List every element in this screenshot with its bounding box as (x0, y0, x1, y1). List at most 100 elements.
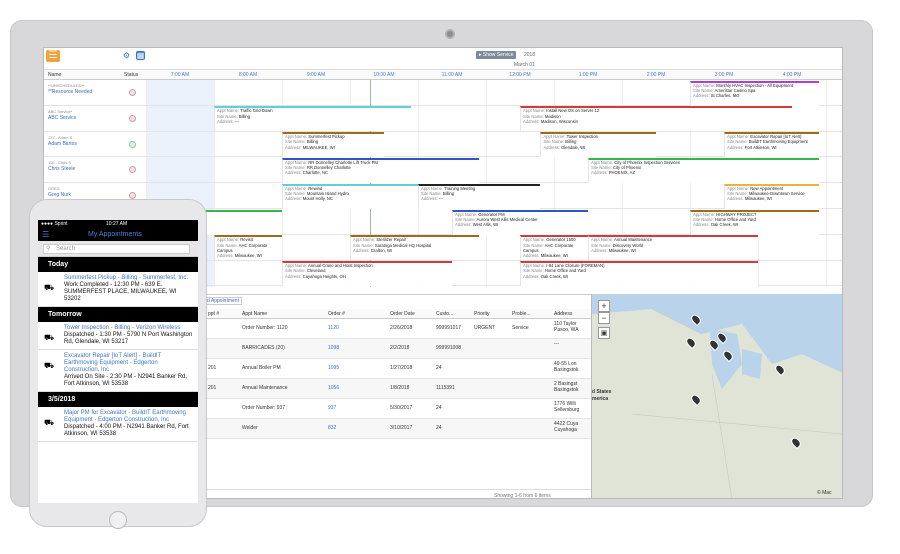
appointment-block[interactable]: Appt Name: I-94 Lane Closure (FOREMAN) Si… (520, 261, 758, 287)
resource-label: ABC Service (48, 114, 77, 121)
appointment-field-value: --- (438, 196, 443, 202)
grid-footer: Showing 1-6 from 6 items (204, 489, 591, 498)
table-cell[interactable]: 937 (328, 405, 386, 411)
appointment-field-label: Address: (421, 196, 439, 202)
table-row[interactable]: Order Number: 937 937 5/30/2017 24 1776 Will… (204, 399, 591, 419)
list-item[interactable]: ⛟ Tower Inspection - Billing - Verizon Wi… (38, 322, 198, 350)
appointment-block[interactable]: Appt Name: Install New OS on Server 12 Si… (520, 106, 792, 132)
grid-column-header[interactable]: Proble... (512, 311, 531, 317)
appointment-block[interactable]: Appt Name: City of Phoenix Inspection Se… (588, 157, 820, 183)
appointment-line: Address: Charlotte, NC (285, 170, 479, 175)
appointment-block[interactable]: Appt Name: Excavator Repair [IoT Alert] S… (724, 132, 820, 158)
table-cell[interactable]: 1098 (328, 345, 386, 351)
table-cell[interactable]: 1095 (328, 365, 386, 371)
table-row[interactable]: Order Number: 1120 1120 2/26/2018 999991017… (204, 319, 591, 339)
table-row[interactable]: Welder 832 3/10/2017 24 4422 Cuya Cuyahoga (204, 419, 591, 439)
appointment-block[interactable]: Appt Name: Summerfest Pickup Site Name: B… (282, 132, 384, 158)
grid-column-header[interactable]: Custo... (436, 311, 453, 317)
table-cell: 999991017 (436, 325, 462, 331)
hamburger-menu-icon[interactable]: ☰ (42, 230, 49, 239)
appointment-field-value: Grafton, WI (370, 247, 393, 253)
time-label: 8:00 AM (238, 72, 258, 78)
appointment-field-value: Mount Holly, NC (302, 196, 333, 202)
appointment-block[interactable]: Appt Name: RR Donnelley Charlotte Lift T… (282, 157, 480, 183)
table-row[interactable]: 201 Annual Maintenance 1056 1/8/2018 1115391… (204, 379, 591, 399)
section-header: 3/5/2018 (38, 392, 198, 407)
grid-column-header[interactable]: Address (554, 311, 572, 317)
table-cell: 1776 Willi Sellersburg (554, 401, 580, 413)
grid-column-header[interactable]: Order # (328, 311, 345, 317)
table-row[interactable]: BARRICADES (20) 1098 2/2/2018 999991008 --- (204, 339, 591, 359)
appointment-block[interactable]: Appt Name: Tower Inspection Site Name: Bi… (540, 132, 656, 158)
appointment-line: Address: Madison, Wisconsin (523, 119, 792, 124)
table-row[interactable]: 201 Annual Boiler PM 1095 1/27/2018 24 49-55 … (204, 359, 591, 379)
appointment-line: Address: Glendale, WI (543, 145, 656, 150)
table-cell: 5/30/2017 (390, 405, 413, 411)
list-item[interactable]: ⛟ Summerfest Pickup - Billing - Summerfes… (38, 272, 198, 307)
zoom-in-button[interactable]: + (598, 300, 610, 312)
map-credit: © Mac (817, 490, 832, 496)
resource-name: 110 - Chris S Chris Steele (48, 160, 118, 172)
phone-search-bar: Search ⚲ (38, 241, 198, 257)
appointment-line: Address: Milwaukee, WI (217, 253, 282, 258)
hamburger-menu-icon[interactable]: ☰ (46, 50, 60, 62)
appointment-line: Address: Milwaukee, WI (727, 196, 819, 201)
map-panel[interactable]: + − ▣ d States merica © Mac (591, 294, 842, 498)
search-input[interactable]: Search (43, 244, 190, 254)
appointment-line: Address: Mount Holly, NC (285, 196, 418, 201)
appointment-block[interactable]: Appt Name: Sterilizer Repair Site Name: S… (350, 235, 480, 261)
show-service-button[interactable]: ▸ Show Service (476, 51, 517, 59)
appointment-block[interactable]: Appt Name: Rewind Site Name: Mountain Isl… (282, 183, 418, 209)
appointment-block[interactable]: Appt Name: Generator PM Site Name: Aurora… (452, 209, 588, 235)
table-cell: URGENT (474, 325, 496, 331)
appointment-block[interactable]: Appt Name: Monthly HVAC Inspection - All… (690, 80, 820, 106)
appointment-field-label: Address: (591, 170, 609, 176)
grid-column-header[interactable]: ppt # (208, 311, 219, 317)
table-cell[interactable]: 1056 (328, 385, 386, 391)
list-item[interactable]: ⛟ Excavator Repair [IoT Alert] - BuildIT … (38, 350, 198, 392)
appointment-block[interactable]: Appt Name: Annual Crane and Hoist Inspec… (282, 261, 452, 287)
appointment-block[interactable]: Appt Name: Generator 1500 Site Name: AHC … (520, 235, 588, 261)
grid-header: ppt # Appt Name Order # Order Date Custo... P… (204, 309, 591, 319)
appointment-title: Excavator Repair [IoT Alert] - BuildIT E… (64, 353, 162, 373)
table-cell: --- (554, 341, 559, 347)
appointment-field-value: PHOENIX, AZ (608, 170, 635, 176)
grid-column-header[interactable]: Order Date (390, 311, 415, 317)
table-cell[interactable]: 832 (328, 425, 386, 431)
appointment-status: Dispatched - 4:00 PM - N2941 Banker Rd, … (64, 424, 189, 437)
table-cell: Annual Boiler PM (242, 365, 281, 371)
resource-name: ABC Service* ABC Service (48, 109, 118, 121)
time-label: 9:00 AM (306, 72, 326, 78)
calendar-icon[interactable]: ▦ (136, 51, 145, 60)
table-cell: 201 (208, 385, 217, 391)
zoom-out-button[interactable]: − (598, 312, 610, 324)
add-appointment-button[interactable]: d Appointment (204, 297, 242, 305)
table-cell: 49-55 Lon Basingstok (554, 361, 579, 373)
home-button[interactable] (109, 511, 127, 529)
resource-name: GREG Greg Nurk (48, 186, 118, 198)
fullscreen-icon[interactable]: ▣ (598, 327, 610, 339)
table-cell: 24 (436, 365, 442, 371)
map-label-america: merica (592, 396, 609, 402)
appointment-line: Site Name: AHC Corporate Campus (217, 243, 282, 253)
appointment-field-value: Milwaukee, WI (540, 252, 568, 258)
appointment-block[interactable]: Appt Name: HIGHWAY PROJECT Site Name: Hom… (690, 209, 820, 235)
gear-icon[interactable]: ⚙ (122, 51, 131, 60)
appointment-field-value: MILWAUKEE, WI (302, 144, 335, 150)
carrier-label: ●●●● Sprint (41, 221, 68, 227)
appointment-block[interactable]: Appt Name: Revisit Site Name: AHC Corpora… (214, 235, 282, 261)
status-indicator (129, 114, 136, 122)
appointment-block[interactable]: Appt Name: Annual Maintenance Site Name: … (588, 235, 758, 261)
table-cell[interactable]: 1120 (328, 325, 386, 331)
list-item[interactable]: ⛟ Major PM for Excavator - BuildIT Earthm… (38, 407, 198, 442)
grid-column-header[interactable]: Priority (474, 311, 490, 317)
section-header: Today (38, 257, 198, 272)
appointment-field-value: St Charles, MO (710, 92, 740, 98)
appointment-line: Address: PHOENIX, AZ (591, 170, 819, 175)
appointment-field-label: Address: (591, 247, 609, 253)
appointment-block[interactable]: Appt Name: Traffic Grid Down Site Name: B… (214, 106, 412, 132)
appointment-block[interactable]: Appt Name: Training Meeting Site Name: Bi… (418, 183, 541, 209)
appointment-block[interactable]: Appt Name: New Appointment Site Name: Mil… (724, 183, 820, 209)
grid-column-header[interactable]: Appt Name (242, 311, 267, 317)
appointment-field-label: Address: (523, 273, 541, 279)
